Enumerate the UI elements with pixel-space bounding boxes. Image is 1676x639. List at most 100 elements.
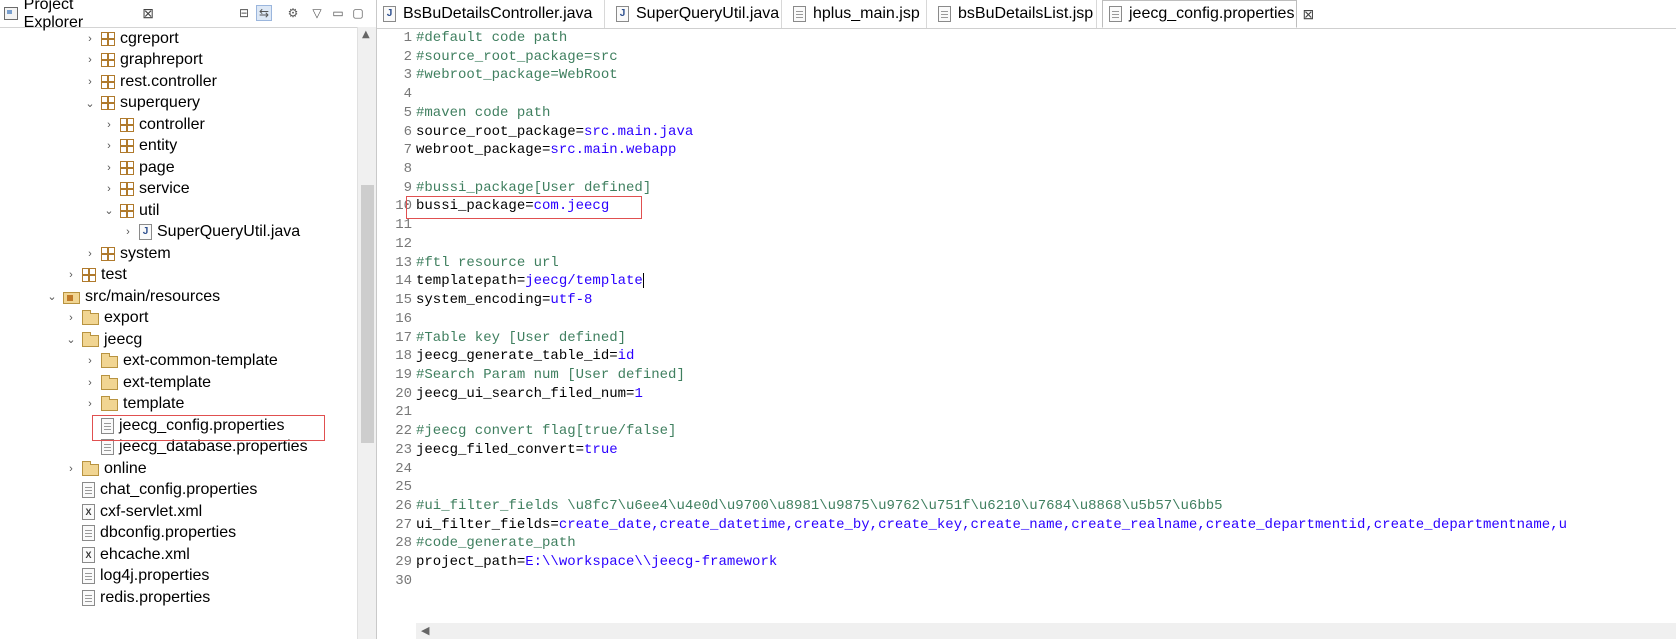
expand-toggle-icon[interactable]: › bbox=[64, 312, 78, 324]
editor-tab[interactable]: hplus_main.jsp bbox=[787, 0, 927, 28]
tree-item[interactable]: › cgreport bbox=[83, 28, 179, 49]
code-line[interactable]: #ui_filter_fields \u8fc7\u6ee4\u4e0d\u97… bbox=[416, 497, 1223, 516]
tree-item[interactable]: › template bbox=[83, 394, 184, 415]
line-number: 6 bbox=[403, 123, 412, 140]
editor-tab-label: SuperQueryUtil.java bbox=[636, 5, 780, 22]
expand-toggle-icon[interactable]: › bbox=[83, 355, 97, 367]
code-line[interactable]: #maven code path bbox=[416, 104, 550, 123]
expand-toggle-icon[interactable]: › bbox=[83, 76, 97, 88]
code-line[interactable]: ui_filter_fields=create_date,create_date… bbox=[416, 516, 1567, 535]
link-with-editor-icon[interactable]: ⇆ bbox=[256, 5, 272, 21]
tree-item[interactable]: › graphreport bbox=[83, 50, 203, 71]
tree-item[interactable]: ⌄ jeecg bbox=[64, 329, 142, 350]
editor-tab[interactable]: J BsBuDetailsController.java bbox=[377, 0, 605, 28]
scrollbar-thumb[interactable] bbox=[361, 185, 374, 443]
tree-item[interactable]: › export bbox=[64, 308, 148, 329]
code-line[interactable]: #Search Param num [User defined] bbox=[416, 366, 685, 385]
code-line[interactable]: jeecg_ui_search_filed_num=1 bbox=[416, 385, 643, 404]
maximize-icon[interactable]: ▢ bbox=[350, 5, 366, 21]
code-editor[interactable]: 1 2 3 4 5 6 7 8 9 10 11 12 13 14 15 16 17 18 19 20 21 22 23 24 2… bbox=[377, 29, 1676, 639]
tree-item-label: dbconfig.properties bbox=[100, 524, 237, 541]
expand-toggle-icon[interactable]: › bbox=[102, 183, 116, 195]
java-file-icon: J bbox=[383, 6, 396, 22]
tree-item[interactable]: ⌄ src/main/resources bbox=[45, 286, 220, 307]
package-icon bbox=[101, 31, 115, 46]
collapse-toggle-icon[interactable]: ⌄ bbox=[45, 290, 59, 303]
expand-toggle-icon[interactable]: › bbox=[83, 54, 97, 66]
code-line[interactable]: jeecg_filed_convert=true bbox=[416, 441, 618, 460]
horizontal-scrollbar[interactable]: ◀ bbox=[416, 623, 1676, 639]
tree-item[interactable]: redis.properties bbox=[64, 587, 210, 608]
code-line[interactable]: #bussi_package[User defined] bbox=[416, 179, 651, 198]
tree-item[interactable]: › page bbox=[102, 157, 174, 178]
filter-icon[interactable]: ⚙ bbox=[285, 5, 301, 21]
tree-item[interactable]: › entity bbox=[102, 136, 177, 157]
code-line[interactable]: #ftl resource url bbox=[416, 254, 559, 273]
code-line[interactable]: #Table key [User defined] bbox=[416, 329, 626, 348]
code-line[interactable]: templatepath=jeecg/template bbox=[416, 272, 644, 291]
expand-toggle-icon[interactable]: › bbox=[83, 398, 97, 410]
code-line[interactable]: #webroot_package=WebRoot bbox=[416, 66, 618, 85]
tree-item[interactable]: › rest.controller bbox=[83, 71, 217, 92]
tree-item[interactable]: dbconfig.properties bbox=[64, 523, 236, 544]
editor-tab[interactable]: jeecg_config.properties ⊠ bbox=[1102, 0, 1314, 28]
tree-item[interactable]: chat_config.properties bbox=[64, 480, 257, 501]
code-line[interactable]: system_encoding=utf-8 bbox=[416, 291, 592, 310]
explorer-scrollbar[interactable]: ▲ bbox=[357, 27, 376, 639]
close-icon[interactable]: ⊠ bbox=[142, 5, 154, 22]
expand-toggle-icon[interactable]: › bbox=[83, 248, 97, 260]
scroll-left-icon[interactable]: ◀ bbox=[421, 624, 429, 637]
code-line[interactable]: #source_root_package=src bbox=[416, 48, 618, 67]
tree-item[interactable]: › system bbox=[83, 243, 171, 264]
code-line[interactable]: source_root_package=src.main.java bbox=[416, 123, 693, 142]
tree-item[interactable]: › controller bbox=[102, 114, 205, 135]
close-icon[interactable]: ⊠ bbox=[1302, 6, 1314, 23]
expand-toggle-icon[interactable]: › bbox=[102, 140, 116, 152]
line-number: 14 bbox=[395, 273, 412, 290]
property-value: utf-8 bbox=[550, 292, 593, 309]
tree-item[interactable]: › ext-template bbox=[83, 372, 211, 393]
expand-toggle-icon[interactable]: › bbox=[102, 119, 116, 131]
expand-toggle-icon[interactable]: › bbox=[83, 33, 97, 45]
code-line[interactable]: #jeecg convert flag[true/false] bbox=[416, 422, 676, 441]
collapse-toggle-icon[interactable]: ⌄ bbox=[64, 333, 78, 346]
expand-toggle-icon[interactable]: › bbox=[102, 162, 116, 174]
tree-item[interactable]: Xcxf-servlet.xml bbox=[64, 501, 202, 522]
code-line[interactable]: #code_generate_path bbox=[416, 534, 576, 553]
scroll-up-icon[interactable]: ▲ bbox=[362, 29, 370, 40]
line-number: 3 bbox=[403, 67, 412, 84]
tree-item[interactable]: › service bbox=[102, 179, 190, 200]
collapse-toggle-icon[interactable]: ⌄ bbox=[102, 204, 116, 217]
tree-item[interactable]: › test bbox=[64, 265, 127, 286]
minimize-icon[interactable]: ▭ bbox=[330, 5, 346, 21]
expand-toggle-icon[interactable]: › bbox=[64, 463, 78, 475]
view-menu-icon[interactable]: ▽ bbox=[309, 5, 325, 21]
tree-item[interactable]: ⌄ util bbox=[102, 200, 159, 221]
editor-tab[interactable]: J SuperQueryUtil.java bbox=[610, 0, 782, 28]
expand-toggle-icon[interactable]: › bbox=[121, 226, 135, 238]
package-icon bbox=[101, 96, 115, 110]
code-line[interactable]: webroot_package=src.main.webapp bbox=[416, 141, 676, 160]
editor-tab[interactable]: bsBuDetailsList.jsp bbox=[932, 0, 1097, 28]
tree-item-label: ext-template bbox=[123, 373, 212, 391]
editor-tab-label: bsBuDetailsList.jsp bbox=[958, 5, 1094, 22]
expand-toggle-icon[interactable]: › bbox=[83, 377, 97, 389]
properties-file-icon bbox=[82, 525, 95, 541]
java-file-icon: J bbox=[616, 6, 629, 22]
line-number: 13 bbox=[395, 254, 412, 271]
property-key: jeecg_ui_search_filed_num= bbox=[416, 385, 635, 402]
tree-item[interactable]: › ext-common-template bbox=[83, 351, 278, 372]
tree-item[interactable]: ⌄ superquery bbox=[83, 93, 200, 114]
tree-item[interactable]: › J SuperQueryUtil.java bbox=[121, 222, 300, 243]
project-explorer-tab[interactable]: Project Explorer ⊠ bbox=[4, 0, 154, 31]
code-line[interactable]: #default code path bbox=[416, 29, 567, 48]
tree-item[interactable]: › online bbox=[64, 458, 147, 479]
code-line[interactable]: project_path=E:\\workspace\\jeecg-framew… bbox=[416, 553, 777, 572]
code-line[interactable]: jeecg_generate_table_id=id bbox=[416, 347, 634, 366]
collapse-all-icon[interactable]: ⊟ bbox=[236, 5, 252, 21]
collapse-toggle-icon[interactable]: ⌄ bbox=[83, 97, 97, 110]
expand-toggle-icon[interactable]: › bbox=[64, 269, 78, 281]
tree-item[interactable]: log4j.properties bbox=[64, 566, 209, 587]
tree-item[interactable]: Xehcache.xml bbox=[64, 544, 190, 565]
property-key: ui_filter_fields= bbox=[416, 516, 559, 533]
